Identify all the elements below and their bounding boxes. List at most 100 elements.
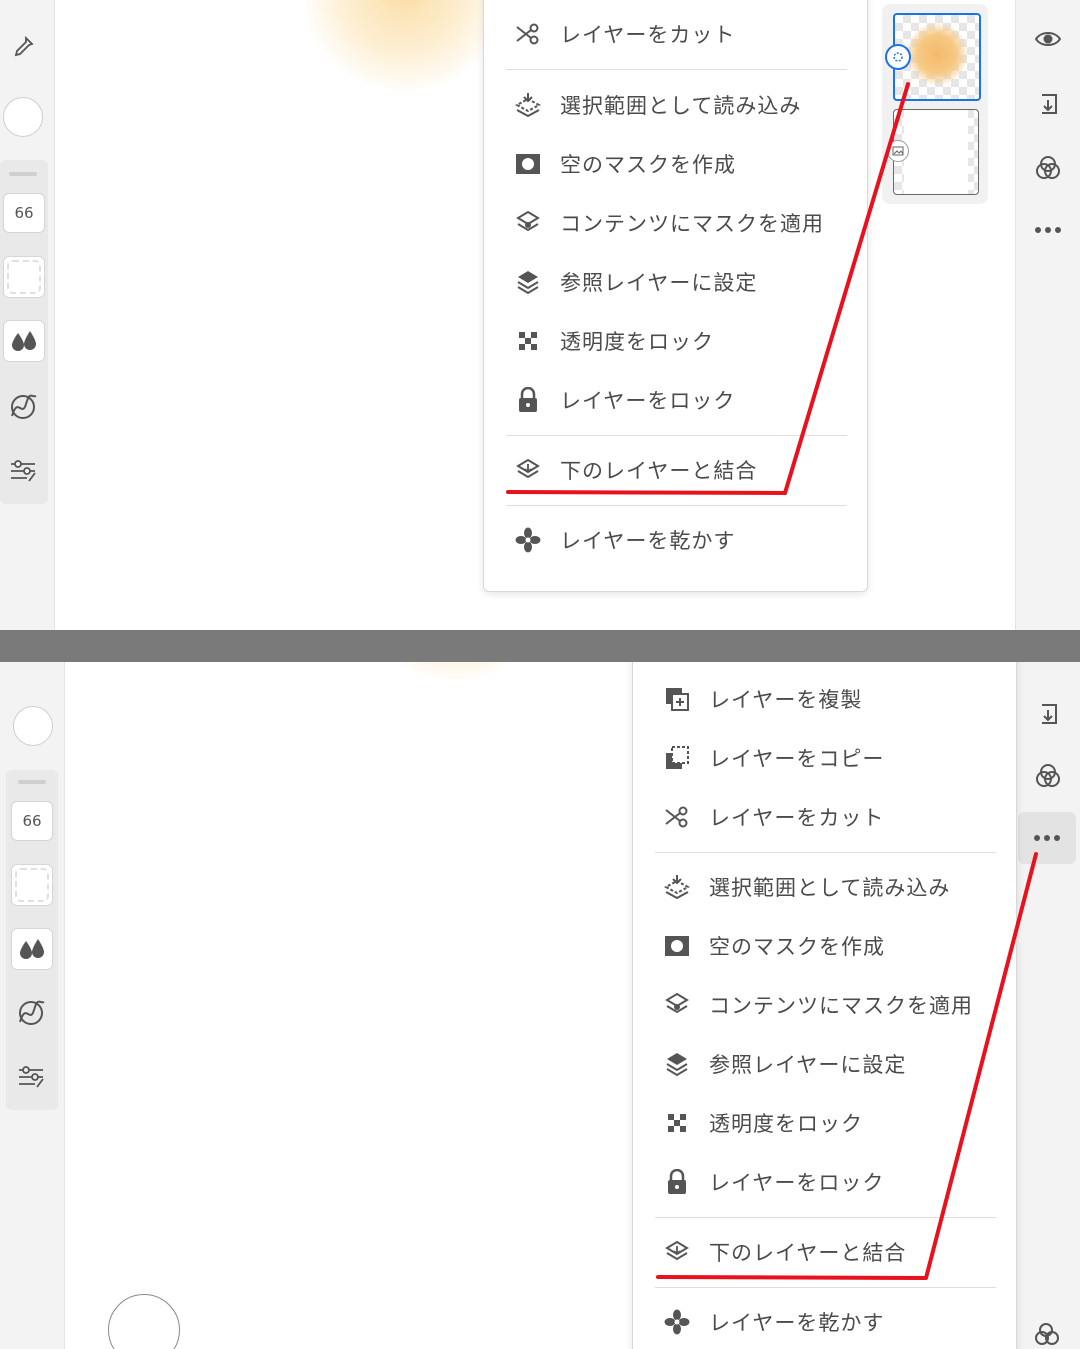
menu-item-label: 透明度をロック (560, 330, 714, 354)
color-swatch[interactable] (13, 706, 53, 746)
left-toolbar: 66 (0, 662, 65, 1349)
group-grip[interactable] (18, 780, 46, 784)
lock-icon (514, 386, 542, 414)
water-drop-icon[interactable] (3, 320, 45, 362)
menu-item-reference-layer[interactable]: 参照レイヤーに設定 (633, 1040, 1016, 1088)
paint-blob (300, 0, 510, 90)
menu-item-apply-mask[interactable]: コンテンツにマスクを適用 (484, 199, 867, 247)
menu-item-label: 選択範囲として読み込み (709, 876, 951, 900)
fan-icon (663, 1308, 691, 1336)
menu-item-label: レイヤーを乾かす (709, 1311, 885, 1335)
menu-item-reference-layer[interactable]: 参照レイヤーに設定 (484, 258, 867, 306)
merge-down-icon (663, 1238, 691, 1266)
reference-layer-icon (663, 1050, 691, 1078)
lock-icon (663, 1168, 691, 1196)
blend-mode-icon[interactable] (1032, 760, 1064, 792)
menu-separator (655, 852, 996, 853)
menu-item-copy-layer[interactable]: レイヤーをコピー (633, 734, 1016, 782)
menu-item-label: 空のマスクを作成 (560, 153, 736, 177)
smoothing-icon[interactable] (14, 996, 48, 1030)
more-options-icon[interactable] (1018, 812, 1076, 864)
menu-item-apply-mask[interactable]: コンテンツにマスクを適用 (633, 981, 1016, 1029)
layer-options-menu: レイヤーを複製 レイヤーをコピー レイヤーをカット 選択範囲として読み込み 空の… (632, 662, 1017, 1349)
menu-item-lock-layer[interactable]: レイヤーをロック (633, 1158, 1016, 1206)
load-selection-icon (663, 873, 691, 901)
eyedropper-icon[interactable] (8, 32, 38, 62)
eye-icon[interactable] (1032, 24, 1064, 54)
menu-separator (655, 1217, 996, 1218)
right-toolbar (1015, 0, 1080, 630)
mask-icon (663, 932, 691, 960)
adjust-sliders-icon[interactable] (16, 1062, 46, 1092)
left-toolbar: 66 (0, 0, 55, 630)
screenshot-divider (0, 630, 1080, 662)
water-drop-icon[interactable] (11, 928, 53, 970)
right-toolbar (1015, 662, 1080, 1349)
load-selection-icon (514, 91, 542, 119)
brush-size-box[interactable]: 66 (3, 193, 45, 233)
menu-item-load-selection[interactable]: 選択範囲として読み込み (484, 81, 867, 129)
paint-blob (360, 662, 550, 682)
brush-settings-group: 66 (6, 770, 58, 1110)
adjust-sliders-icon[interactable] (8, 456, 38, 486)
reference-layer-icon (514, 268, 542, 296)
menu-item-dry-layer[interactable]: レイヤーを乾かす (484, 516, 867, 564)
menu-item-label: 参照レイヤーに設定 (560, 271, 758, 295)
menu-item-load-selection[interactable]: 選択範囲として読み込み (633, 863, 1016, 911)
menu-item-label: 透明度をロック (709, 1112, 863, 1136)
menu-separator (655, 1287, 996, 1288)
menu-item-merge-down[interactable]: 下のレイヤーと結合 (633, 1228, 1016, 1276)
bottom-screenshot: 66 レイヤーを複製 レイヤーをコピー レイヤーをカット 選択範囲として読み込み… (0, 662, 1080, 1349)
menu-item-lock-transparency[interactable]: 透明度をロック (633, 1099, 1016, 1147)
menu-item-label: レイヤーをロック (709, 1171, 885, 1195)
scissors-icon (663, 803, 691, 831)
group-grip[interactable] (9, 172, 37, 176)
layer-options-menu: レイヤーをカット 選択範囲として読み込み 空のマスクを作成 コンテンツにマスクを… (483, 0, 868, 592)
menu-item-label: 空のマスクを作成 (709, 935, 885, 959)
menu-item-label: レイヤーをカット (709, 806, 885, 830)
menu-item-lock-transparency[interactable]: 透明度をロック (484, 317, 867, 365)
layers-add-icon[interactable] (1032, 1318, 1064, 1349)
layer-import-icon[interactable] (1032, 698, 1064, 730)
menu-item-label: 選択範囲として読み込み (560, 94, 802, 118)
menu-item-empty-mask[interactable]: 空のマスクを作成 (633, 922, 1016, 970)
top-screenshot: 66 レイヤーをカット 選択範囲として読み込み 空のマスクを作成 コンテンツにマ… (0, 0, 1080, 630)
menu-item-label: 参照レイヤーに設定 (709, 1053, 907, 1077)
menu-item-label: レイヤーをロック (560, 389, 736, 413)
copy-icon (663, 744, 691, 772)
menu-item-duplicate-layer[interactable]: レイヤーを複製 (633, 675, 1016, 723)
color-swatch[interactable] (3, 97, 43, 137)
menu-item-label: レイヤーをコピー (709, 747, 885, 771)
menu-item-label: レイヤーを乾かす (560, 529, 736, 553)
menu-separator (506, 505, 847, 506)
brush-shape-box[interactable] (11, 864, 53, 906)
menu-item-dry-layer[interactable]: レイヤーを乾かす (633, 1298, 1016, 1346)
menu-item-lock-layer[interactable]: レイヤーをロック (484, 376, 867, 424)
menu-separator (506, 69, 847, 70)
scissors-icon (514, 20, 542, 48)
canvas-circle-button[interactable] (108, 1294, 180, 1349)
brush-shape-box[interactable] (3, 256, 45, 298)
layer-import-icon[interactable] (1032, 88, 1064, 120)
more-options-icon[interactable] (1032, 214, 1064, 246)
mask-icon (514, 150, 542, 178)
selection-handle-icon[interactable] (885, 44, 911, 70)
blend-mode-icon[interactable] (1032, 152, 1064, 184)
layer-thumbnail-panel (882, 4, 988, 204)
image-layer-icon (887, 140, 909, 162)
menu-item-merge-down[interactable]: 下のレイヤーと結合 (484, 446, 867, 494)
menu-item-cut-layer[interactable]: レイヤーをカット (633, 793, 1016, 841)
smoothing-icon[interactable] (6, 390, 40, 424)
menu-item-label: コンテンツにマスクを適用 (709, 994, 973, 1018)
checker-icon (514, 327, 542, 355)
layers-mask-icon (663, 991, 691, 1019)
menu-item-empty-mask[interactable]: 空のマスクを作成 (484, 140, 867, 188)
fan-icon (514, 526, 542, 554)
menu-item-label: レイヤーをカット (560, 23, 736, 47)
duplicate-icon (663, 685, 691, 713)
menu-separator (506, 435, 847, 436)
menu-item-cut-layer[interactable]: レイヤーをカット (484, 10, 867, 58)
checker-icon (663, 1109, 691, 1137)
brush-settings-group: 66 (0, 160, 48, 504)
brush-size-box[interactable]: 66 (11, 801, 53, 841)
